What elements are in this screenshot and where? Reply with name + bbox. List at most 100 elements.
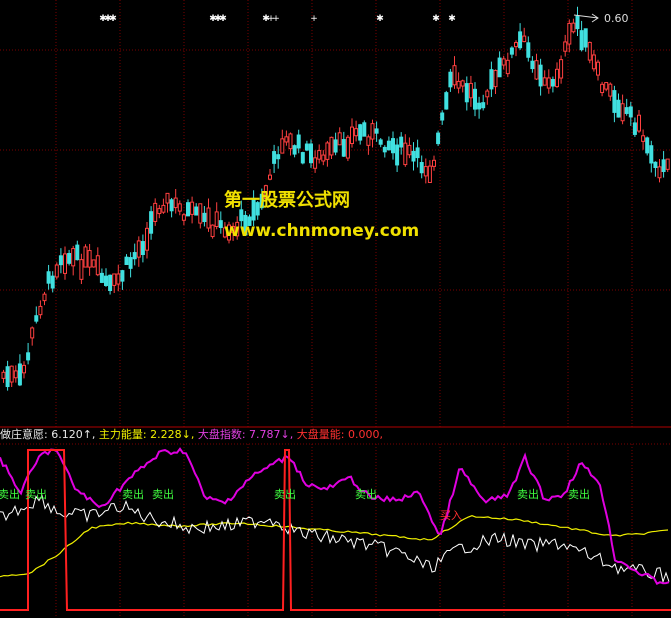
candle-body [341, 139, 346, 157]
candle-body [1, 371, 6, 379]
candle-body [616, 99, 621, 118]
candle-body [604, 82, 609, 90]
candle-body [645, 137, 650, 154]
candle-body [104, 275, 108, 286]
candle-body [218, 220, 223, 229]
candle-body [206, 207, 211, 229]
candle-body [317, 150, 322, 160]
watermark-url: www.chnmoney.com [224, 221, 420, 241]
buy-signal-label: 买入 [440, 509, 462, 522]
legend-item-value: 7.787 [249, 428, 281, 441]
candle-body [87, 250, 92, 268]
legend-item-value: 6.120 [51, 428, 83, 441]
candle-body [567, 22, 572, 45]
candle-body [534, 60, 539, 80]
candle-body [514, 42, 518, 48]
indicator-legend: 做庄意愿: 6.120↑, 主力能量: 2.228↓, 大盘指数: 7.787↓… [0, 428, 383, 442]
candle-body [427, 165, 432, 183]
candle-body [473, 88, 477, 110]
candle-body [34, 315, 39, 322]
candle-body [173, 197, 178, 209]
candle-body [75, 244, 80, 261]
top-marker-icon: ✱ [109, 14, 117, 24]
candle-body [198, 203, 203, 224]
candle-body [583, 28, 588, 48]
candle-body [145, 227, 149, 251]
candle-body [456, 80, 461, 89]
price-candlestick-chart[interactable]: ✱✱✱ ✱✱✱ ✱++ + ✱ ✱ ✱ [0, 0, 671, 428]
candle-body [63, 253, 67, 274]
candle-body [22, 364, 26, 374]
candle-body [600, 83, 605, 94]
candle-body [440, 112, 445, 121]
candle-body [358, 124, 363, 141]
sell-signal-label: 卖出 [122, 488, 144, 501]
candle-body [157, 208, 162, 215]
candle-body [190, 201, 195, 215]
candle-body [132, 252, 137, 260]
legend-item-arrow-icon: ↓ [181, 428, 191, 441]
candle-body [555, 68, 559, 88]
candle-body [464, 83, 469, 103]
candle-body [128, 257, 133, 269]
candle-body [559, 59, 564, 79]
candle-body [13, 370, 18, 379]
candle-body [403, 142, 408, 166]
candle-body [313, 157, 318, 169]
candle-body [210, 224, 215, 238]
candle-body [579, 30, 584, 51]
max-price-label: 0.60 [604, 12, 629, 25]
candle-body [50, 275, 55, 289]
candle-body [296, 134, 301, 149]
candle-body [649, 145, 654, 164]
candle-body [477, 102, 482, 110]
candle-body [153, 202, 158, 222]
candle-body [38, 305, 43, 316]
candle-body [546, 77, 551, 89]
candle-body [596, 61, 600, 76]
candle-body [79, 259, 84, 280]
candle-body [309, 143, 313, 164]
candle-body [641, 135, 646, 142]
candle-body [268, 174, 272, 180]
candle-body [83, 246, 88, 268]
candle-body [124, 256, 129, 266]
candle-body [99, 272, 104, 283]
candle-body [108, 274, 113, 291]
candle-body [325, 142, 330, 160]
stock-chart-window: ✱ ✱ ✱ ✱ ✱ ✱ ✱ + + + ✱ ✱ ✱ 做庄意愿: 6.120↑, 主力能量: 2.228↓… [0, 0, 671, 618]
candle-body [362, 122, 367, 137]
candle-body [95, 255, 100, 276]
candle-body [120, 270, 125, 282]
candle-body [9, 365, 14, 383]
legend-item: 主力能量: 2.228↓, [98, 428, 198, 441]
candle-body [653, 161, 658, 168]
candle-body [436, 132, 441, 145]
candle-body [345, 136, 350, 159]
candle-body [284, 136, 289, 143]
watermark-title: 第一股票公式网 [224, 190, 350, 211]
candle-body [448, 71, 453, 88]
candle-body [304, 143, 309, 151]
candle-body [194, 206, 199, 216]
candle-body [522, 35, 527, 43]
candle-body [501, 58, 506, 66]
candle-body [489, 69, 494, 90]
top-marker-icon: ✱ [376, 14, 384, 24]
candle-body [665, 158, 670, 170]
candle-body [337, 132, 342, 146]
candle-body [497, 57, 502, 78]
candle-body [395, 144, 400, 166]
sell-signal-label: 卖出 [152, 488, 174, 501]
indicator-panel[interactable] [0, 428, 671, 618]
chart-background [0, 0, 671, 428]
candle-body [354, 128, 359, 137]
candle-body [485, 90, 490, 98]
candle-body [386, 140, 391, 151]
candle-body [591, 54, 596, 70]
candle-body [91, 259, 96, 268]
candle-body [382, 146, 387, 153]
candle-body [112, 273, 117, 286]
candle-body [161, 204, 166, 213]
legend-item-name: 大盘量能 [296, 428, 341, 441]
